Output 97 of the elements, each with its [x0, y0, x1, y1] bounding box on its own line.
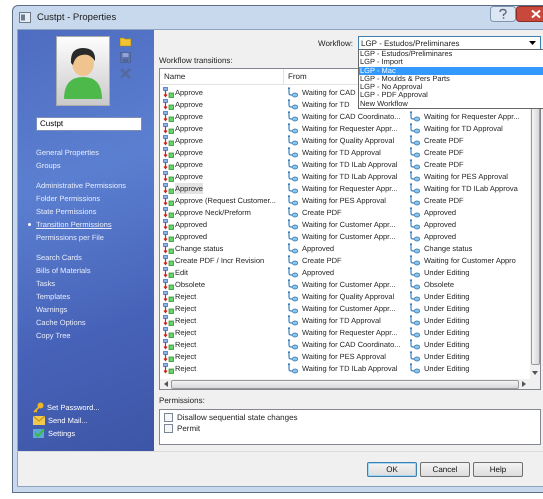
checklist-icon: [33, 428, 45, 439]
transition-icon: [163, 350, 174, 362]
state-icon: [287, 230, 298, 242]
transition-icon: [163, 362, 174, 374]
transition-icon: [163, 266, 174, 278]
transition-icon: [163, 194, 174, 206]
dialog-button[interactable]: Cancel: [420, 462, 470, 476]
state-icon: [409, 254, 420, 266]
checkbox-label: Disallow sequential state changes: [177, 413, 298, 422]
transition-icon: [163, 122, 174, 134]
state-icon: [287, 290, 298, 302]
dialog-button[interactable]: Help: [473, 462, 523, 476]
transition-icon: [163, 170, 174, 182]
state-icon: [409, 338, 420, 350]
mail-icon: [33, 416, 45, 425]
checkbox[interactable]: [164, 413, 173, 422]
transition-icon: [163, 134, 174, 146]
state-icon: [287, 326, 298, 338]
state-icon: [409, 314, 420, 326]
state-icon: [409, 134, 420, 146]
state-icon: [409, 290, 420, 302]
state-icon: [409, 278, 420, 290]
state-icon: [409, 230, 420, 242]
state-icon: [287, 110, 298, 122]
state-icon: [287, 86, 298, 98]
state-icon: [287, 266, 298, 278]
dialog-button[interactable]: OK: [367, 462, 417, 476]
state-icon: [287, 350, 298, 362]
state-icon: [287, 170, 298, 182]
state-icon: [409, 326, 420, 338]
transition-icon: [163, 146, 174, 158]
state-icon: [287, 242, 298, 254]
state-icon: [409, 122, 420, 134]
state-icon: [287, 278, 298, 290]
transition-icon: [163, 290, 174, 302]
transition-icon: [163, 242, 174, 254]
transition-icon: [163, 326, 174, 338]
state-icon: [287, 206, 298, 218]
state-icon: [287, 338, 298, 350]
state-icon: [287, 182, 298, 194]
state-icon: [409, 362, 420, 374]
transition-icon: [163, 254, 174, 266]
help-icon[interactable]: [490, 6, 516, 22]
scroll-right-icon[interactable]: [522, 381, 526, 387]
state-icon: [409, 170, 420, 182]
window-icon: [19, 12, 31, 23]
state-icon: [287, 122, 298, 134]
state-icon: [287, 254, 298, 266]
horizontal-scrollbar[interactable]: [160, 379, 530, 389]
user-name-field[interactable]: Custpt: [36, 117, 142, 131]
state-icon: [409, 266, 420, 278]
state-icon: [287, 134, 298, 146]
scroll-down-icon[interactable]: [532, 371, 538, 375]
workflow-dropdown[interactable]: LGP - Estudos/Preliminares: [358, 36, 541, 50]
window-title: Custpt - Properties: [37, 12, 116, 23]
state-icon: [409, 158, 420, 170]
folder-icon[interactable]: [120, 36, 132, 47]
dropdown-arrow-icon: [529, 41, 536, 45]
state-icon: [409, 182, 420, 194]
transition-icon: [163, 218, 174, 230]
state-icon: [287, 194, 298, 206]
column-header[interactable]: From: [284, 69, 344, 84]
state-icon: [287, 218, 298, 230]
state-icon: [409, 218, 420, 230]
state-icon: [409, 206, 420, 218]
permissions-label: Permissions:: [159, 396, 205, 405]
transition-icon: [163, 158, 174, 170]
state-icon: [409, 242, 420, 254]
checkbox-label: Permit: [177, 424, 200, 433]
transition-icon: [163, 98, 174, 110]
key-icon: [33, 402, 44, 413]
state-icon: [409, 110, 420, 122]
transition-icon: [163, 206, 174, 218]
bullet-icon: [28, 223, 31, 226]
column-header[interactable]: Name: [160, 69, 284, 84]
state-icon: [287, 158, 298, 170]
scroll-left-icon[interactable]: [164, 381, 168, 387]
transition-icon: [163, 278, 174, 290]
state-icon: [287, 362, 298, 374]
transition-icon: [163, 338, 174, 350]
state-icon: [287, 302, 298, 314]
state-icon: [287, 98, 298, 110]
state-icon: [409, 350, 420, 362]
transition-icon: [163, 302, 174, 314]
workflow-label: Workflow:: [318, 38, 353, 48]
state-icon: [409, 194, 420, 206]
transition-icon: [163, 86, 174, 98]
transition-icon: [163, 230, 174, 242]
checkbox[interactable]: [164, 424, 173, 433]
transitions-label: Workflow transitions:: [159, 56, 233, 65]
state-icon: [409, 302, 420, 314]
transition-icon: [163, 110, 174, 122]
state-icon: [287, 314, 298, 326]
state-icon: [409, 146, 420, 158]
state-icon: [287, 146, 298, 158]
transition-icon: [163, 182, 174, 194]
transition-icon: [163, 314, 174, 326]
